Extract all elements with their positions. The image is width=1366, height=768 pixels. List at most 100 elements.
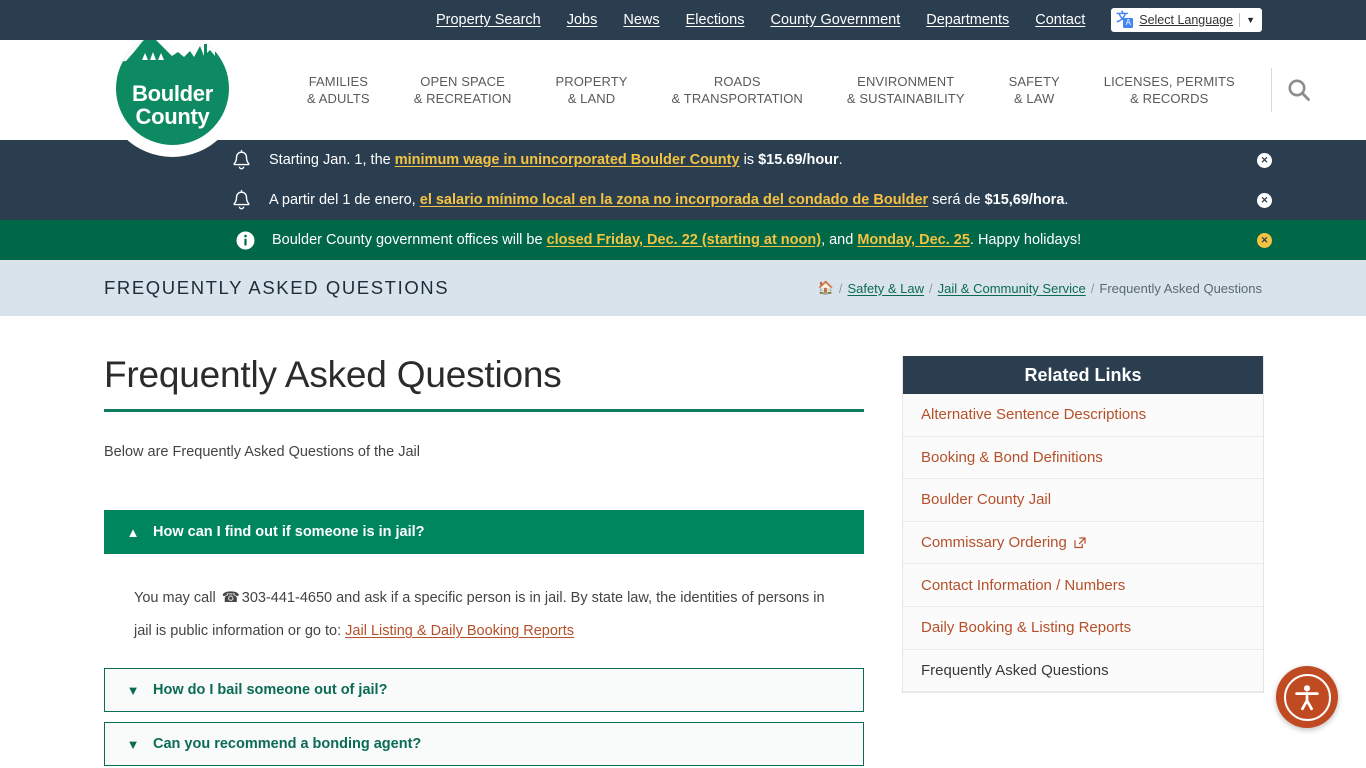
breadcrumb-separator: / [929, 280, 933, 296]
faq-item: ▲ How can I find out if someone is in ja… [104, 510, 864, 658]
faq-answer-link[interactable]: Jail Listing & Daily Booking Reports [345, 623, 574, 639]
site-header: Boulder County FAMILIES & ADULTS OPEN SPA… [0, 20, 1366, 157]
close-icon[interactable]: ✕ [1257, 192, 1272, 208]
related-link-label: Commissary Ordering [921, 534, 1067, 552]
faq-accordion: ▲ How can I find out if someone is in ja… [104, 510, 864, 768]
page-heading: Frequently Asked Questions [104, 354, 864, 412]
nav-label-line2: & RECORDS [1130, 91, 1209, 106]
related-link-contact-information-numbers[interactable]: Contact Information / Numbers [903, 564, 1263, 607]
nav-label-line2: & LAND [567, 91, 616, 106]
related-link-daily-booking-listing-reports[interactable]: Daily Booking & Listing Reports [903, 606, 1263, 650]
nav-label-line1: ROADS [713, 74, 761, 89]
nav-label-line1: PROPERTY [555, 74, 628, 89]
intro-paragraph: Below are Frequently Asked Questions of … [104, 444, 420, 460]
nav-item-licenses-permits-records[interactable]: LICENSES, PERMITS & RECORDS [1082, 69, 1257, 111]
page-title-bar: FREQUENTLY ASKED QUESTIONS 🏠 / Safety & … [0, 260, 1366, 316]
alert-link[interactable]: minimum wage in unincorporated Boulder C… [395, 152, 740, 168]
language-selector-label: Select Language [1139, 13, 1234, 27]
utility-link-departments[interactable]: Departments [926, 12, 1009, 28]
related-link-label: Contact Information / Numbers [921, 576, 1126, 594]
external-link-icon [1074, 536, 1086, 549]
logo-text: Boulder County [131, 81, 213, 129]
breadcrumb-separator: / [1090, 280, 1095, 296]
alert-text: Starting Jan. 1, the minimum wage in uni… [269, 151, 843, 168]
related-link-booking-bond-definitions[interactable]: Booking & Bond Definitions [903, 436, 1263, 480]
nav-item-safety-law[interactable]: SAFETY & LAW [987, 69, 1082, 111]
related-links-title: Related Links [903, 356, 1263, 394]
main-column: Frequently Asked Questions Below are Fre… [104, 354, 864, 768]
related-link-boulder-county-jail[interactable]: Boulder County Jail [903, 479, 1263, 522]
google-translate-icon: 文A [1116, 11, 1134, 28]
search-icon [1288, 79, 1310, 101]
faq-answer-text: You may call [134, 590, 220, 606]
breadcrumb-separator: / [838, 280, 843, 296]
faq-question-how-do-i-bail-someone-out-of-jail[interactable]: ▼ How do I bail someone out of jail? [104, 668, 864, 712]
language-selector[interactable]: 文A Select Language ▼ [1111, 8, 1262, 32]
utility-nav: Property Search Jobs News Elections Coun… [436, 12, 1085, 28]
faq-question-can-you-recommend-a-bonding-agent[interactable]: ▼ Can you recommend a bonding agent? [104, 722, 864, 766]
chevron-up-icon: ▲ [126, 524, 140, 540]
utility-link-county-government[interactable]: County Government [770, 12, 900, 28]
alert-banner-minimum-wage-es: A partir del 1 de enero, el salario míni… [0, 180, 1366, 220]
nav-item-environment-sustainability[interactable]: ENVIRONMENT & SUSTAINABILITY [825, 69, 987, 111]
related-link-label: Booking & Bond Definitions [921, 448, 1103, 466]
related-link-label: Daily Booking & Listing Reports [921, 619, 1132, 637]
chevron-down-icon: ▼ [126, 682, 140, 698]
utility-bar: Property Search Jobs News Elections Coun… [0, 0, 1366, 40]
language-selector-divider [1239, 13, 1241, 27]
nav-item-roads-transportation[interactable]: ROADS & TRANSPORTATION [650, 69, 825, 111]
alert-link[interactable]: closed Friday, Dec. 22 (starting at noon… [547, 232, 821, 248]
utility-link-news[interactable]: News [623, 12, 659, 28]
alert-link-secondary[interactable]: Monday, Dec. 25 [857, 232, 970, 248]
utility-link-jobs[interactable]: Jobs [567, 12, 598, 28]
nav-label-line2: & LAW [1013, 91, 1055, 106]
utility-link-elections[interactable]: Elections [686, 12, 745, 28]
related-link-alternative-sentence-descriptions[interactable]: Alternative Sentence Descriptions [903, 394, 1263, 437]
alert-text: A partir del 1 de enero, el salario míni… [269, 191, 1069, 208]
nav-item-open-space-recreation[interactable]: OPEN SPACE & RECREATION [392, 69, 534, 111]
close-icon[interactable]: ✕ [1257, 232, 1272, 248]
related-links-box: Related Links Alternative Sentence Descr… [902, 356, 1264, 694]
close-icon[interactable]: ✕ [1257, 152, 1272, 168]
alert-text: Boulder County government offices will b… [272, 231, 1082, 248]
related-link-commissary-ordering[interactable]: Commissary Ordering [903, 521, 1263, 565]
alert-link[interactable]: el salario mínimo local en la zona no in… [420, 192, 928, 208]
chevron-down-icon: ▼ [126, 736, 140, 752]
alert-banner-holiday-closure: Boulder County government offices will b… [0, 220, 1366, 260]
faq-answer: You may call ☎ 303-441-4650 and ask if a … [104, 554, 864, 658]
logo-outer-circle: Boulder County [104, 20, 241, 157]
site-logo[interactable]: Boulder County [104, 20, 241, 157]
nav-label-line1: LICENSES, PERMITS [1103, 74, 1235, 89]
breadcrumb-item-safety-law[interactable]: Safety & Law [847, 281, 924, 296]
search-button[interactable] [1278, 69, 1320, 111]
nav-label-line2: & ADULTS [307, 91, 370, 106]
accessibility-icon [1283, 673, 1331, 721]
nav-label-line2: & TRANSPORTATION [671, 91, 803, 106]
nav-label-line1: OPEN SPACE [420, 74, 505, 89]
breadcrumb: 🏠 / Safety & Law / Jail & Community Serv… [818, 280, 1262, 296]
nav-item-property-land[interactable]: PROPERTY & LAND [533, 69, 649, 111]
faq-item: ▼ How do I bail someone out of jail? [104, 668, 864, 712]
home-icon[interactable]: 🏠 [818, 280, 834, 296]
chevron-down-icon: ▼ [1246, 15, 1255, 25]
nav-label-line2: & SUSTAINABILITY [846, 91, 965, 106]
accessibility-button[interactable] [1276, 666, 1338, 728]
nav-label-line2: & RECREATION [413, 91, 512, 106]
nav-item-families-adults[interactable]: FAMILIES & ADULTS [285, 69, 392, 111]
alert-banners: Starting Jan. 1, the minimum wage in uni… [0, 140, 1366, 260]
nav-divider [1270, 68, 1272, 112]
utility-link-contact[interactable]: Contact [1035, 12, 1085, 28]
nav-label-line1: FAMILIES [308, 74, 369, 89]
nav-label-line1: ENVIRONMENT [857, 74, 955, 89]
phone-icon: ☎ [221, 590, 240, 606]
related-link-label: Boulder County Jail [921, 491, 1052, 509]
info-icon [233, 231, 257, 250]
utility-link-property-search[interactable]: Property Search [436, 12, 541, 28]
breadcrumb-item-jail-community-service[interactable]: Jail & Community Service [938, 281, 1086, 296]
page-title-label: FREQUENTLY ASKED QUESTIONS [104, 277, 450, 298]
faq-question-how-can-i-find-out-if-someone-is-in-jail[interactable]: ▲ How can I find out if someone is in ja… [104, 510, 864, 554]
related-link-label: Alternative Sentence Descriptions [921, 406, 1147, 424]
faq-answer-phone: 303-441-4650 [241, 590, 333, 606]
bell-icon [229, 189, 253, 211]
nav-label-line1: SAFETY [1008, 74, 1060, 89]
